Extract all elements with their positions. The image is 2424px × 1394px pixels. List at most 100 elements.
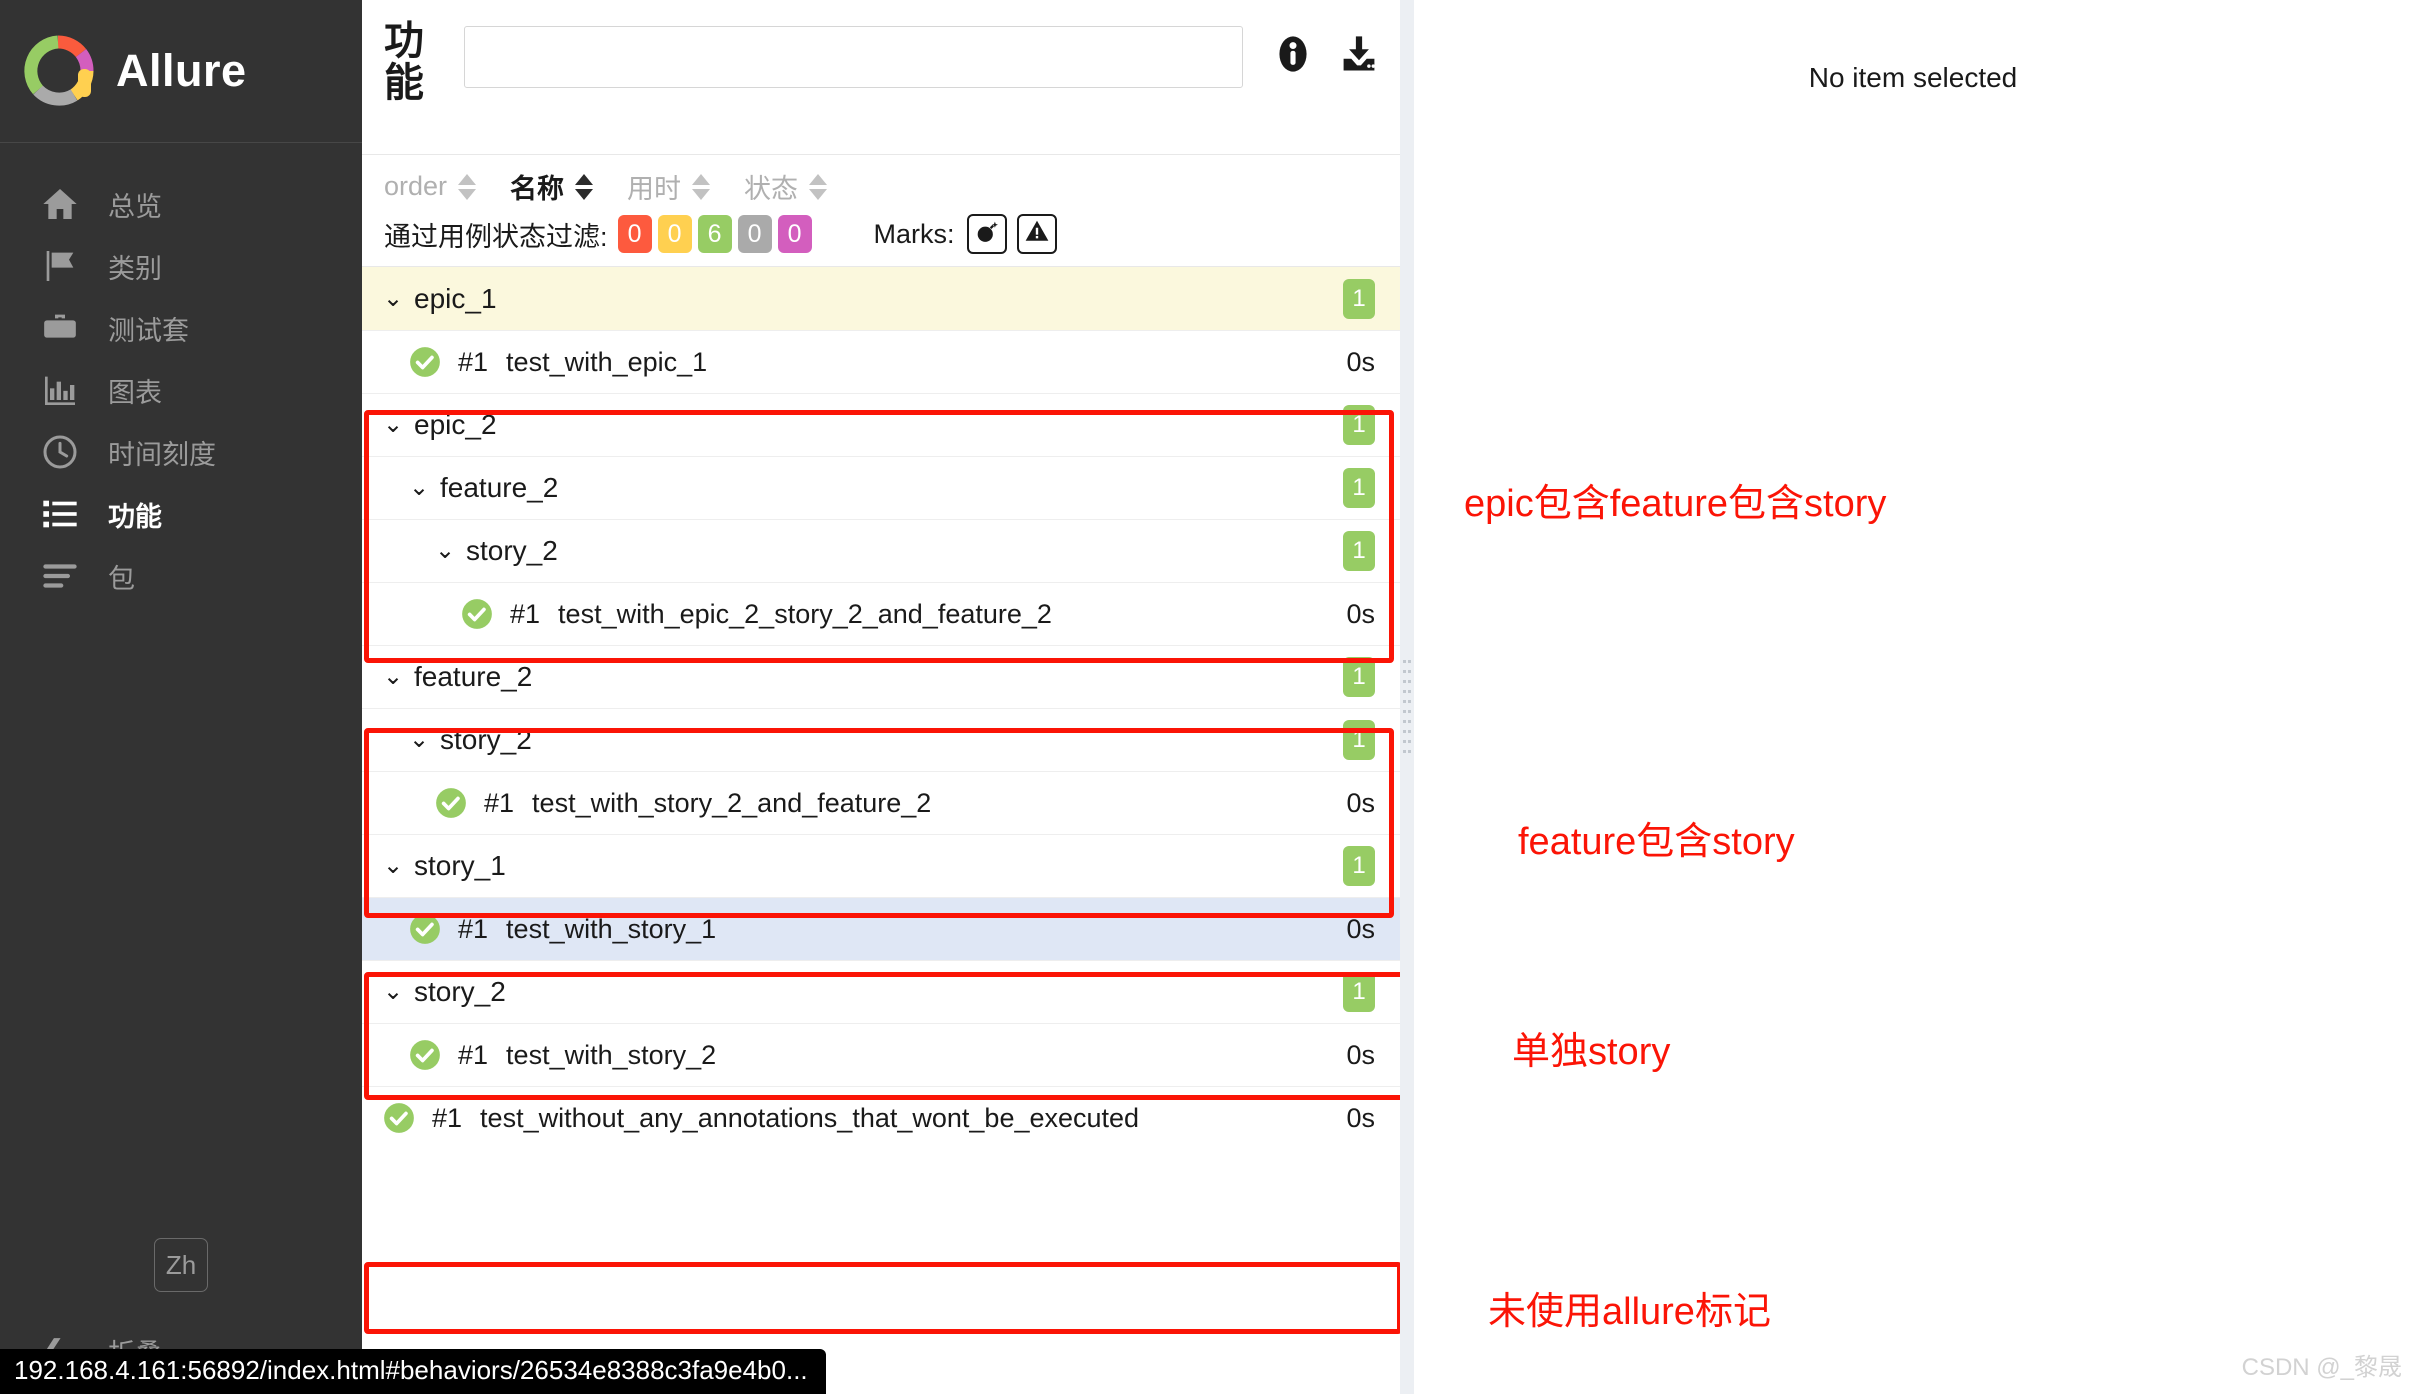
tree-group-row[interactable]: ⌄ story_2 1 — [362, 708, 1401, 771]
chevron-down-icon[interactable]: ⌄ — [382, 413, 404, 437]
sort-by-order[interactable]: order — [384, 171, 477, 202]
status-passed-icon — [382, 1101, 416, 1135]
sort-label: 用时 — [627, 174, 682, 204]
detail-panel: No item selected — [1402, 0, 2424, 1394]
sort-by-duration[interactable]: 用时 — [627, 167, 711, 206]
status-passed-icon — [408, 1038, 442, 1072]
tree-group-count-badge: 1 — [1343, 720, 1375, 760]
test-case-name: test_with_epic_1 — [506, 346, 708, 377]
status-passed-icon — [460, 597, 494, 631]
status-filter-failed[interactable]: 0 — [617, 215, 652, 253]
flag-icon — [40, 246, 88, 286]
no-item-selected-message: No item selected — [1808, 62, 2018, 93]
status-filter-skipped[interactable]: 0 — [737, 215, 772, 253]
list-icon — [40, 494, 88, 534]
tree-group-count-badge: 1 — [1343, 405, 1375, 445]
test-duration: 0s — [1346, 913, 1375, 944]
sidebar-item-categories[interactable]: 类别 — [0, 235, 362, 297]
sidebar-item-label: 包 — [108, 563, 135, 594]
clock-icon — [40, 432, 88, 472]
sort-bar: order 名称 用时 状态 — [362, 155, 1401, 212]
status-passed-icon — [434, 786, 468, 820]
chevron-down-icon[interactable]: ⌄ — [408, 476, 430, 500]
status-filter-passed[interactable]: 6 — [697, 215, 732, 253]
tree-group-count-badge: 1 — [1343, 657, 1375, 697]
test-duration: 0s — [1346, 598, 1375, 629]
sidebar-item-label: 总览 — [108, 191, 162, 222]
tree-group-name: feature_2 — [414, 661, 533, 692]
tree-test-row[interactable]: #1 test_with_story_1 0s — [362, 897, 1401, 960]
tree-test-row[interactable]: #1 test_with_epic_2_story_2_and_feature_2… — [362, 582, 1401, 645]
language-button[interactable]: Zh — [154, 1238, 208, 1292]
sort-by-name[interactable]: 名称 — [510, 167, 594, 206]
sort-arrows-icon — [458, 173, 477, 200]
search-input[interactable] — [464, 26, 1243, 88]
test-retry-number: #1 — [458, 913, 489, 944]
test-retry-number: #1 — [458, 346, 489, 377]
splitter-grip-icon — [1403, 660, 1411, 760]
sort-label: order — [384, 171, 448, 201]
chevron-down-icon[interactable]: ⌄ — [434, 539, 456, 563]
warning-filter-button[interactable] — [1016, 214, 1057, 254]
tree-group-name: story_2 — [440, 724, 532, 755]
chevron-down-icon[interactable]: ⌄ — [382, 854, 404, 878]
annotation-text-story: 单独story — [1512, 1031, 1671, 1073]
chevron-down-icon[interactable]: ⌄ — [382, 980, 404, 1004]
sidebar-item-behaviors[interactable]: 功能 — [0, 483, 362, 545]
status-filter-broken[interactable]: 0 — [657, 215, 692, 253]
sort-by-status[interactable]: 状态 — [744, 167, 828, 206]
sidebar-item-packages[interactable]: 包 — [0, 545, 362, 607]
sidebar-item-timeline[interactable]: 时间刻度 — [0, 421, 362, 483]
chevron-down-icon[interactable]: ⌄ — [382, 665, 404, 689]
tree-group-row[interactable]: ⌄ epic_1 1 — [362, 267, 1401, 330]
status-passed-icon — [408, 345, 442, 379]
sidebar-item-graphs[interactable]: 图表 — [0, 359, 362, 421]
sidebar-item-label: 类别 — [108, 253, 162, 284]
panel-splitter[interactable] — [1400, 0, 1414, 1394]
page-title: 功能 — [384, 19, 424, 105]
test-duration: 0s — [1346, 346, 1375, 377]
browser-status-bar-url: 192.168.4.161:56892/index.html#behaviors… — [0, 1349, 826, 1394]
test-retry-number: #1 — [432, 1102, 463, 1133]
chevron-down-icon[interactable]: ⌄ — [382, 287, 404, 311]
sidebar: Allure 总览 类别 测试套 图表 时间刻度 功能 包 Zh — [0, 0, 362, 1394]
test-case-name: test_with_story_1 — [506, 913, 717, 944]
tree-group-row[interactable]: ⌄ story_2 1 — [362, 519, 1401, 582]
test-case-name: test_without_any_annotations_that_wont_b… — [480, 1102, 1140, 1133]
sidebar-item-label: 图表 — [108, 377, 162, 408]
watermark: CSDN @_黎晟 — [2241, 1354, 2402, 1381]
tree-test-row[interactable]: #1 test_with_story_2 0s — [362, 1023, 1401, 1086]
test-case-name: test_with_story_2 — [506, 1039, 717, 1070]
sidebar-item-suites[interactable]: 测试套 — [0, 297, 362, 359]
suitcase-icon — [40, 308, 88, 348]
test-case-name: test_with_epic_2_story_2_and_feature_2 — [558, 598, 1052, 629]
status-filter-unknown[interactable]: 0 — [777, 215, 812, 253]
bomb-icon — [974, 218, 1000, 251]
sidebar-item-label: 功能 — [108, 501, 162, 532]
info-icon[interactable] — [1271, 32, 1315, 81]
marks-filter: Marks: — [874, 214, 1067, 254]
tree-group-row[interactable]: ⌄ story_2 1 — [362, 960, 1401, 1023]
allure-report-window: Allure 总览 类别 测试套 图表 时间刻度 功能 包 Zh 功能 orde… — [0, 0, 2424, 1394]
tree-group-row[interactable]: ⌄ feature_2 1 — [362, 645, 1401, 708]
chevron-down-icon[interactable]: ⌄ — [408, 728, 430, 752]
download-icon[interactable] — [1337, 32, 1381, 81]
behaviors-tree[interactable]: ⌄ epic_1 1 #1 test_with_epic_1 0s ⌄ epic_2 1 ⌄ fea… — [362, 267, 1401, 1394]
sort-label: 名称 — [510, 174, 565, 204]
test-retry-number: #1 — [484, 787, 515, 818]
brand-header[interactable]: Allure — [0, 0, 362, 143]
tree-test-row[interactable]: #1 test_without_any_annotations_that_wont… — [362, 1086, 1401, 1149]
tree-test-row[interactable]: #1 test_with_story_2_and_feature_2 0s — [362, 771, 1401, 834]
tree-group-row[interactable]: ⌄ epic_2 1 — [362, 393, 1401, 456]
test-retry-number: #1 — [510, 598, 541, 629]
tree-group-row[interactable]: ⌄ feature_2 1 — [362, 456, 1401, 519]
flaky-filter-button[interactable] — [966, 214, 1007, 254]
sidebar-item-overview[interactable]: 总览 — [0, 173, 362, 235]
warning-triangle-icon — [1024, 218, 1050, 251]
status-filter-badges: 0 0 6 0 0 — [617, 215, 812, 253]
test-duration: 0s — [1346, 1102, 1375, 1133]
tree-test-row[interactable]: #1 test_with_epic_1 0s — [362, 330, 1401, 393]
tree-group-row[interactable]: ⌄ story_1 1 — [362, 834, 1401, 897]
tree-group-name: epic_2 — [414, 409, 497, 440]
tree-group-count-badge: 1 — [1343, 468, 1375, 508]
